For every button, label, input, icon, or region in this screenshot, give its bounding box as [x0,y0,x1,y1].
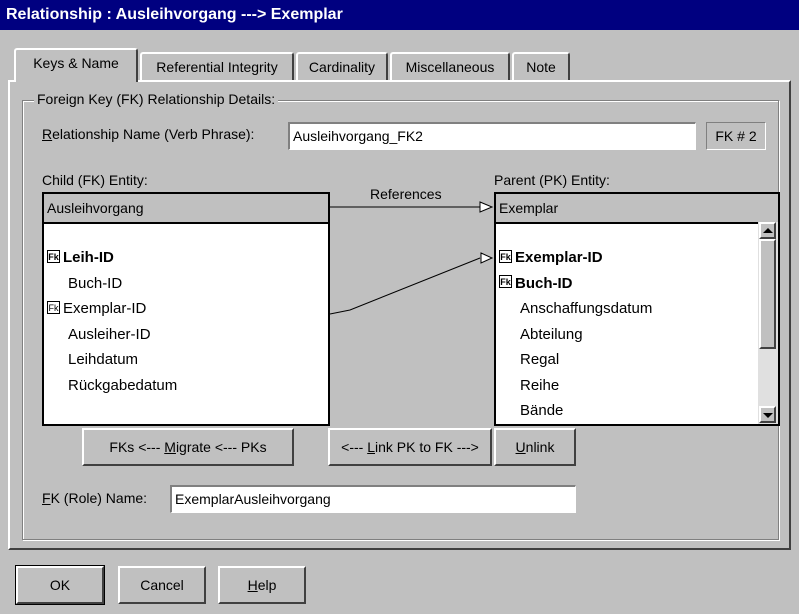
references-label: References [370,186,442,202]
references-arrow-icon [479,201,494,213]
fk-link-arrow-icon [480,252,494,264]
fk-link-line [329,257,481,315]
relationship-connectors [329,201,494,315]
